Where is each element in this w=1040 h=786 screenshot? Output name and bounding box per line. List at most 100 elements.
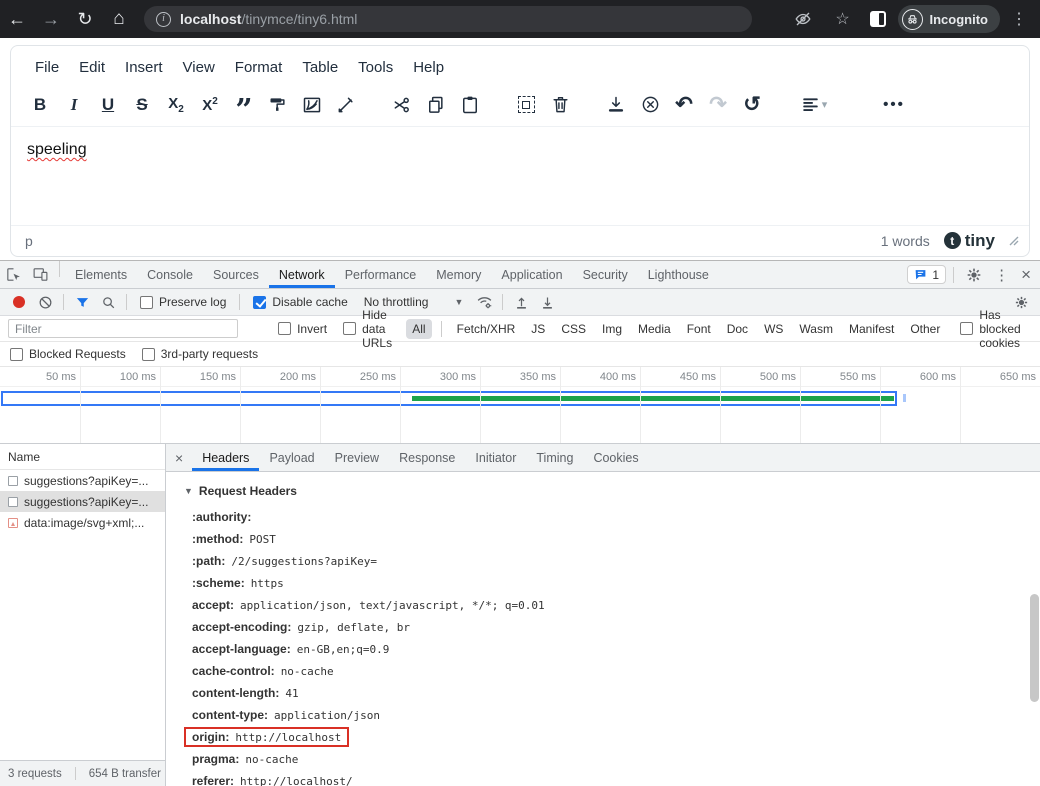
page-info-icon[interactable]: i [156, 12, 171, 27]
detail-tab-initiator[interactable]: Initiator [465, 444, 526, 471]
menu-edit[interactable]: Edit [69, 56, 115, 79]
filter-type-doc[interactable]: Doc [721, 319, 754, 339]
tiny-logo[interactable]: t tiny [944, 231, 995, 251]
filter-type-font[interactable]: Font [681, 319, 717, 339]
remove-icon[interactable] [633, 90, 667, 120]
export-har-icon[interactable] [534, 291, 560, 313]
select-all-icon[interactable] [509, 90, 543, 120]
inspect-element-icon[interactable] [0, 261, 27, 288]
import-har-icon[interactable] [508, 291, 534, 313]
request-row[interactable]: suggestions?apiKey=... [0, 470, 165, 491]
blocked-requests-checkbox[interactable]: Blocked Requests [2, 347, 134, 361]
filter-type-manifest[interactable]: Manifest [843, 319, 900, 339]
filter-funnel-icon[interactable] [69, 291, 95, 313]
issues-counter[interactable]: 1 [907, 265, 946, 284]
filter-type-media[interactable]: Media [632, 319, 677, 339]
misspelled-word[interactable]: speeling [27, 141, 87, 158]
request-row[interactable]: suggestions?apiKey=... [0, 491, 165, 512]
paste-icon[interactable] [453, 90, 487, 120]
cut-icon[interactable] [385, 90, 419, 120]
filter-input[interactable] [8, 319, 238, 338]
menu-tools[interactable]: Tools [348, 56, 403, 79]
editor-content[interactable]: speeling [11, 127, 1029, 225]
export-icon[interactable] [599, 90, 633, 120]
menu-format[interactable]: Format [225, 56, 293, 79]
filter-type-fetch-xhr[interactable]: Fetch/XHR [451, 319, 522, 339]
network-conditions-icon[interactable] [471, 291, 497, 313]
menu-table[interactable]: Table [292, 56, 348, 79]
filter-type-all[interactable]: All [406, 319, 431, 339]
overview-selection[interactable] [1, 391, 897, 406]
tab-lighthouse[interactable]: Lighthouse [638, 261, 719, 288]
close-details-icon[interactable]: × [166, 444, 192, 471]
request-headers-section[interactable]: ▼ Request Headers [184, 484, 1040, 498]
align-left-icon[interactable]: ▾ [791, 90, 837, 120]
format-painter-icon[interactable] [261, 90, 295, 120]
permanent-pen-icon[interactable] [329, 90, 363, 120]
strikethrough-icon[interactable]: S [125, 90, 159, 120]
network-overview-timeline[interactable]: 50 ms100 ms150 ms200 ms250 ms300 ms350 m… [0, 367, 1040, 444]
has-blocked-cookies-checkbox[interactable]: Has blocked cookies [952, 308, 1032, 350]
detail-tab-headers[interactable]: Headers [192, 444, 259, 471]
menu-file[interactable]: File [25, 56, 69, 79]
menu-help[interactable]: Help [403, 56, 454, 79]
tab-security[interactable]: Security [573, 261, 638, 288]
details-scrollbar[interactable] [1030, 594, 1039, 702]
detail-tab-response[interactable]: Response [389, 444, 465, 471]
device-toolbar-icon[interactable] [27, 261, 54, 288]
resize-handle-icon[interactable] [1009, 236, 1019, 246]
eye-off-icon[interactable] [794, 10, 824, 28]
filter-type-wasm[interactable]: Wasm [793, 319, 839, 339]
bookmark-star-icon[interactable]: ☆ [828, 9, 858, 29]
devtools-close-icon[interactable]: × [1016, 265, 1036, 285]
menu-view[interactable]: View [173, 56, 225, 79]
underline-icon[interactable]: U [91, 90, 125, 120]
filter-type-ws[interactable]: WS [758, 319, 789, 339]
edit-image-icon[interactable] [295, 90, 329, 120]
superscript-icon[interactable]: X2 [193, 90, 227, 120]
bold-icon[interactable]: B [23, 90, 57, 120]
invert-checkbox[interactable]: Invert [270, 322, 335, 336]
filter-type-img[interactable]: Img [596, 319, 628, 339]
incognito-badge[interactable]: Incognito [898, 5, 1001, 33]
detail-tab-timing[interactable]: Timing [526, 444, 583, 471]
detail-tab-preview[interactable]: Preview [325, 444, 389, 471]
blockquote-icon[interactable]: ” [227, 90, 261, 120]
filter-type-css[interactable]: CSS [555, 319, 592, 339]
tab-application[interactable]: Application [491, 261, 572, 288]
subscript-icon[interactable]: X2 [159, 90, 193, 120]
side-panel-icon[interactable] [870, 11, 886, 27]
italic-icon[interactable]: I [57, 90, 91, 120]
browser-menu-icon[interactable]: ⋮ [1004, 9, 1034, 29]
record-icon[interactable] [6, 291, 32, 313]
home-icon[interactable]: ⌂ [102, 8, 136, 30]
element-path[interactable]: p [25, 233, 33, 249]
menu-insert[interactable]: Insert [115, 56, 173, 79]
name-column-header[interactable]: Name [0, 444, 165, 470]
request-row[interactable]: data:image/svg+xml;... [0, 512, 165, 533]
tab-performance[interactable]: Performance [335, 261, 427, 288]
copy-icon[interactable] [419, 90, 453, 120]
word-count[interactable]: 1 words [881, 233, 930, 249]
address-bar[interactable]: i localhost/tinymce/tiny6.html [144, 6, 752, 32]
more-button[interactable]: ••• [877, 90, 911, 120]
tab-memory[interactable]: Memory [426, 261, 491, 288]
delete-icon[interactable] [543, 90, 577, 120]
filter-type-js[interactable]: JS [525, 319, 551, 339]
settings-gear-icon[interactable] [961, 267, 987, 283]
detail-tab-cookies[interactable]: Cookies [583, 444, 648, 471]
devtools-menu-icon[interactable]: ⋮ [989, 266, 1014, 284]
detail-tab-payload[interactable]: Payload [259, 444, 324, 471]
forward-icon[interactable]: → [34, 9, 68, 30]
redo-icon[interactable]: ↷ [701, 90, 735, 120]
preserve-log-checkbox[interactable]: Preserve log [132, 295, 234, 309]
tab-console[interactable]: Console [137, 261, 203, 288]
clear-icon[interactable] [32, 291, 58, 313]
tab-network[interactable]: Network [269, 261, 335, 288]
filter-type-other[interactable]: Other [904, 319, 946, 339]
undo-icon[interactable]: ↶ [667, 90, 701, 120]
restore-draft-icon[interactable]: ↺ [735, 90, 769, 120]
hide-data-urls-checkbox[interactable]: Hide data URLs [335, 308, 402, 350]
reload-icon[interactable]: ↻ [68, 9, 102, 30]
back-icon[interactable]: ← [0, 9, 34, 30]
